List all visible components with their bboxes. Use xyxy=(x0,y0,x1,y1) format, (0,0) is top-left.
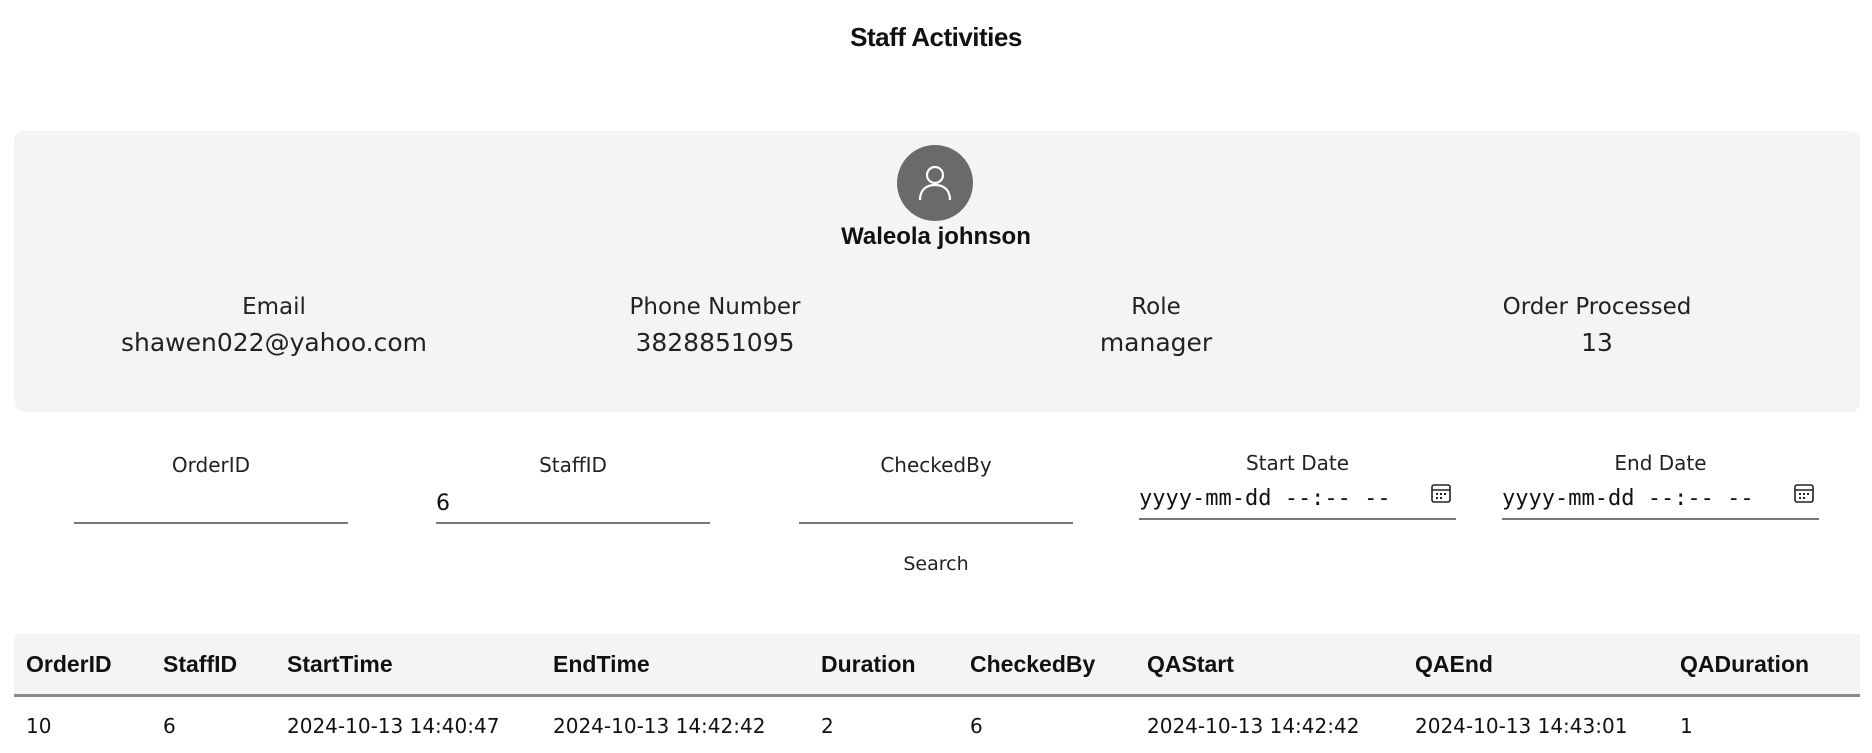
staff-id-input[interactable] xyxy=(436,480,710,524)
info-email-label: Email xyxy=(242,294,306,320)
start-date-label: Start Date xyxy=(1245,451,1350,475)
filter-start-date: Start Date yyyy-mm-dd --:-- -- xyxy=(1139,448,1456,520)
info-orders-processed-value: 13 xyxy=(1581,328,1613,357)
staff-activities-page: Staff Activities Waleola johnson Email s… xyxy=(0,0,1872,753)
info-role: Role manager xyxy=(956,290,1356,362)
activities-table: OrderID StaffID StartTime EndTime Durati… xyxy=(14,634,1860,753)
cell-staffid: 6 xyxy=(151,695,275,753)
cell-qaduration: 1 xyxy=(1668,695,1860,753)
cell-starttime: 2024-10-13 14:40:47 xyxy=(275,695,541,753)
info-phone-value: 3828851095 xyxy=(635,328,795,357)
column-header-qaend: QAEnd xyxy=(1403,634,1668,697)
info-phone-label: Phone Number xyxy=(629,294,801,320)
info-phone: Phone Number 3828851095 xyxy=(515,290,915,362)
end-date-placeholder: yyyy-mm-dd --:-- -- xyxy=(1502,486,1754,511)
info-email-value: shawen022@yahoo.com xyxy=(120,328,428,357)
order-id-label: OrderID xyxy=(171,453,251,477)
search-button[interactable]: Search xyxy=(0,553,1872,575)
filter-checked-by: CheckedBy xyxy=(799,450,1073,524)
user-icon xyxy=(918,165,952,201)
info-role-value: manager xyxy=(1099,328,1213,357)
table-row: 10 6 2024-10-13 14:40:47 2024-10-13 14:4… xyxy=(14,695,1860,753)
staff-id-label: StaffID xyxy=(539,453,607,477)
table-header-row: OrderID StaffID StartTime EndTime Durati… xyxy=(14,634,1860,697)
column-header-staffid: StaffID xyxy=(151,634,275,697)
end-date-input[interactable]: yyyy-mm-dd --:-- -- xyxy=(1502,478,1819,520)
profile-name: Waleola johnson xyxy=(841,223,1031,250)
column-header-qastart: QAStart xyxy=(1135,634,1403,697)
info-orders-processed-label: Order Processed xyxy=(1502,294,1692,320)
checked-by-input[interactable] xyxy=(799,480,1073,524)
column-header-duration: Duration xyxy=(809,634,958,697)
column-header-starttime: StartTime xyxy=(275,634,541,697)
filter-order-id: OrderID xyxy=(74,450,348,524)
end-date-label: End Date xyxy=(1614,451,1707,475)
start-date-input[interactable]: yyyy-mm-dd --:-- -- xyxy=(1139,478,1456,520)
cell-checkedby: 6 xyxy=(958,695,1135,753)
start-date-placeholder: yyyy-mm-dd --:-- -- xyxy=(1139,486,1391,511)
order-id-input[interactable] xyxy=(74,480,348,524)
info-orders-processed: Order Processed 13 xyxy=(1397,290,1797,362)
filter-staff-id: StaffID xyxy=(436,450,710,524)
column-header-endtime: EndTime xyxy=(541,634,809,697)
cell-qastart: 2024-10-13 14:42:42 xyxy=(1135,695,1403,753)
cell-duration: 2 xyxy=(809,695,958,753)
calendar-icon[interactable] xyxy=(1793,482,1815,504)
column-header-orderid: OrderID xyxy=(14,634,151,697)
info-role-label: Role xyxy=(1131,294,1181,320)
column-header-checkedby: CheckedBy xyxy=(958,634,1135,697)
info-email: Email shawen022@yahoo.com xyxy=(74,290,474,362)
column-header-qaduration: QADuration xyxy=(1668,634,1860,697)
checked-by-label: CheckedBy xyxy=(880,453,992,477)
filter-end-date: End Date yyyy-mm-dd --:-- -- xyxy=(1502,448,1819,520)
page-title: Staff Activities xyxy=(850,22,1022,52)
cell-qaend: 2024-10-13 14:43:01 xyxy=(1403,695,1668,753)
calendar-icon[interactable] xyxy=(1430,482,1452,504)
avatar xyxy=(897,145,973,221)
cell-orderid: 10 xyxy=(14,695,151,753)
cell-endtime: 2024-10-13 14:42:42 xyxy=(541,695,809,753)
